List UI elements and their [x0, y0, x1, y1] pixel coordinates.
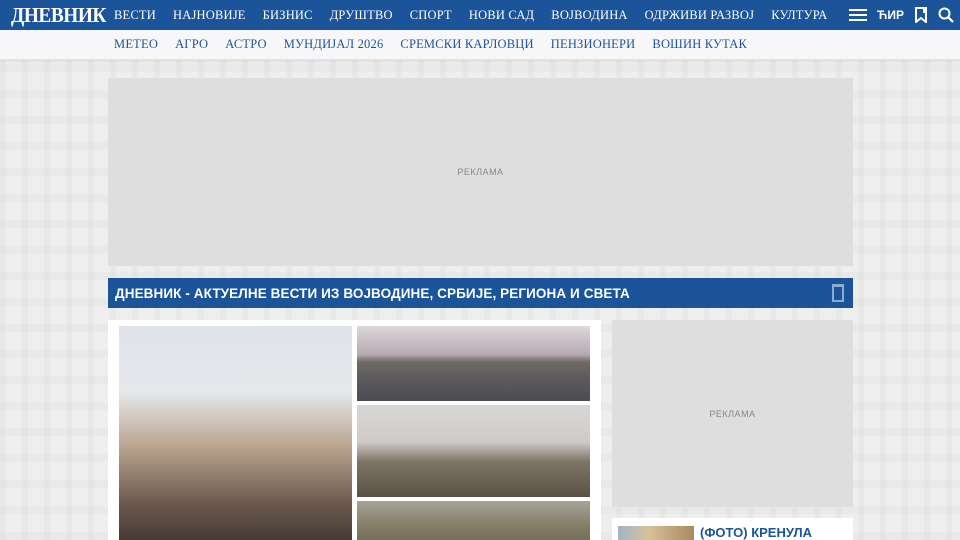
nav-item-novi-sad[interactable]: НОВИ САД [469, 8, 534, 23]
nav-item-biznis[interactable]: БИЗНИС [263, 8, 313, 23]
subnav-item-vosin-kutak[interactable]: ВОШИН КУТАК [652, 37, 747, 52]
nav-item-najnovije[interactable]: НАЈНОВИЈЕ [173, 8, 246, 23]
menu-icon[interactable] [848, 8, 867, 22]
site-logo[interactable]: ДНЕВНИК [11, 0, 106, 30]
section-logo-mark-icon [832, 284, 844, 302]
subnav-item-agro[interactable]: АГРО [175, 37, 208, 52]
ad-label: РЕКЛАМА [709, 408, 756, 419]
featured-news-photo[interactable] [119, 326, 352, 540]
subnav-item-sremski-karlovci[interactable]: СРЕМСКИ КАРЛОВЦИ [400, 37, 533, 52]
nav-item-drustvo[interactable]: ДРУШТВО [330, 8, 393, 23]
subnav-item-astro[interactable]: АСТРО [225, 37, 267, 52]
side-news-thumbnail[interactable] [618, 526, 694, 540]
main-nav: ВЕСТИ НАЈНОВИЈЕ БИЗНИС ДРУШТВО СПОРТ НОВ… [114, 8, 844, 23]
sub-navbar: МЕТЕО АГРО АСТРО МУНДИЈАЛ 2026 СРЕМСКИ К… [0, 30, 960, 60]
bookmark-icon[interactable] [914, 7, 928, 23]
nav-item-sport[interactable]: СПОРТ [410, 8, 452, 23]
top-navbar: ДНЕВНИК ВЕСТИ НАЈНОВИЈЕ БИЗНИС ДРУШТВО С… [0, 0, 960, 30]
side-news-title[interactable]: (ФОТО) КРЕНУЛА [700, 526, 812, 540]
subnav-item-mundijal[interactable]: МУНДИЈАЛ 2026 [284, 37, 384, 52]
side-ad-banner[interactable]: РЕКЛАМА [612, 320, 853, 507]
search-icon[interactable] [938, 7, 954, 23]
script-toggle-button[interactable]: ЋИР [877, 8, 904, 22]
nav-item-vojvodina[interactable]: ВОЈВОДИНА [551, 8, 627, 23]
subnav-item-penzioneri[interactable]: ПЕНЗИОНЕРИ [551, 37, 636, 52]
nav-item-odrzivi-razvoj[interactable]: ОДРЖИВИ РАЗВОЈ [645, 8, 755, 23]
subnav-item-meteo[interactable]: МЕТЕО [114, 37, 158, 52]
nav-item-vesti[interactable]: ВЕСТИ [114, 8, 156, 23]
section-title: ДНЕВНИК - АКТУЕЛНЕ ВЕСТИ ИЗ ВОЈВОДИНЕ, С… [115, 285, 630, 301]
news-photo-highway[interactable] [357, 326, 590, 401]
top-ad-banner[interactable]: РЕКЛАМА [108, 78, 853, 266]
ad-label: РЕКЛАМА [457, 167, 504, 177]
news-photo-fortress[interactable] [357, 405, 590, 497]
news-photo-road-construction[interactable] [357, 501, 590, 540]
section-heading: ДНЕВНИК - АКТУЕЛНЕ ВЕСТИ ИЗ ВОЈВОДИНЕ, С… [108, 278, 853, 308]
side-news-item[interactable]: (ФОТО) КРЕНУЛА [612, 518, 853, 540]
header-tools: ЋИР [848, 0, 954, 30]
nav-item-kultura[interactable]: КУЛТУРА [771, 8, 827, 23]
